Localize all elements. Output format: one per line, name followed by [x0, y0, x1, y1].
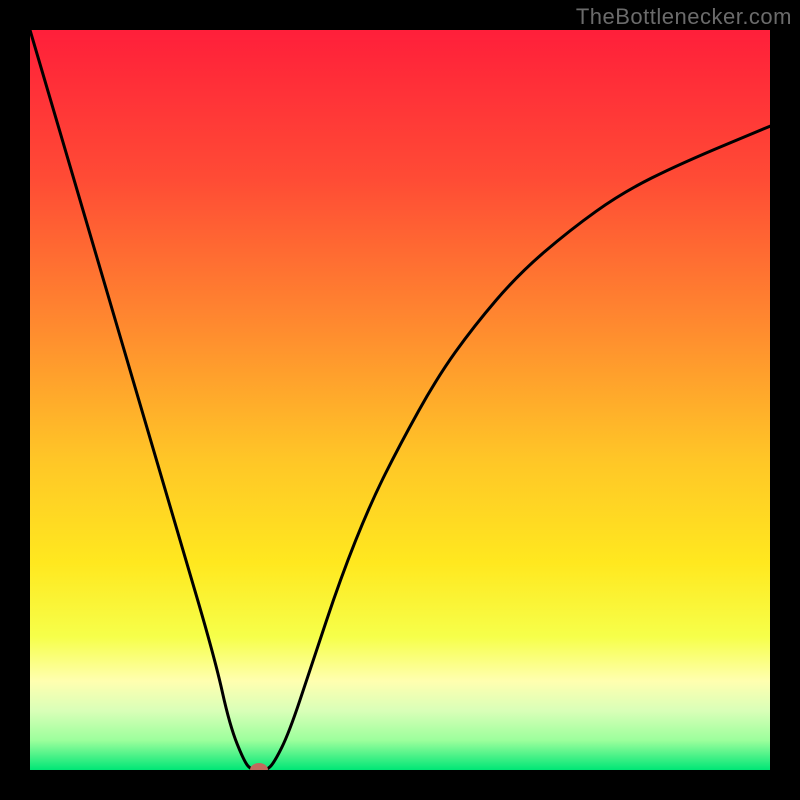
- plot-area: [30, 30, 770, 770]
- chart-frame: TheBottlenecker.com: [0, 0, 800, 800]
- watermark-text: TheBottlenecker.com: [576, 4, 792, 30]
- bottleneck-curve: [30, 30, 770, 770]
